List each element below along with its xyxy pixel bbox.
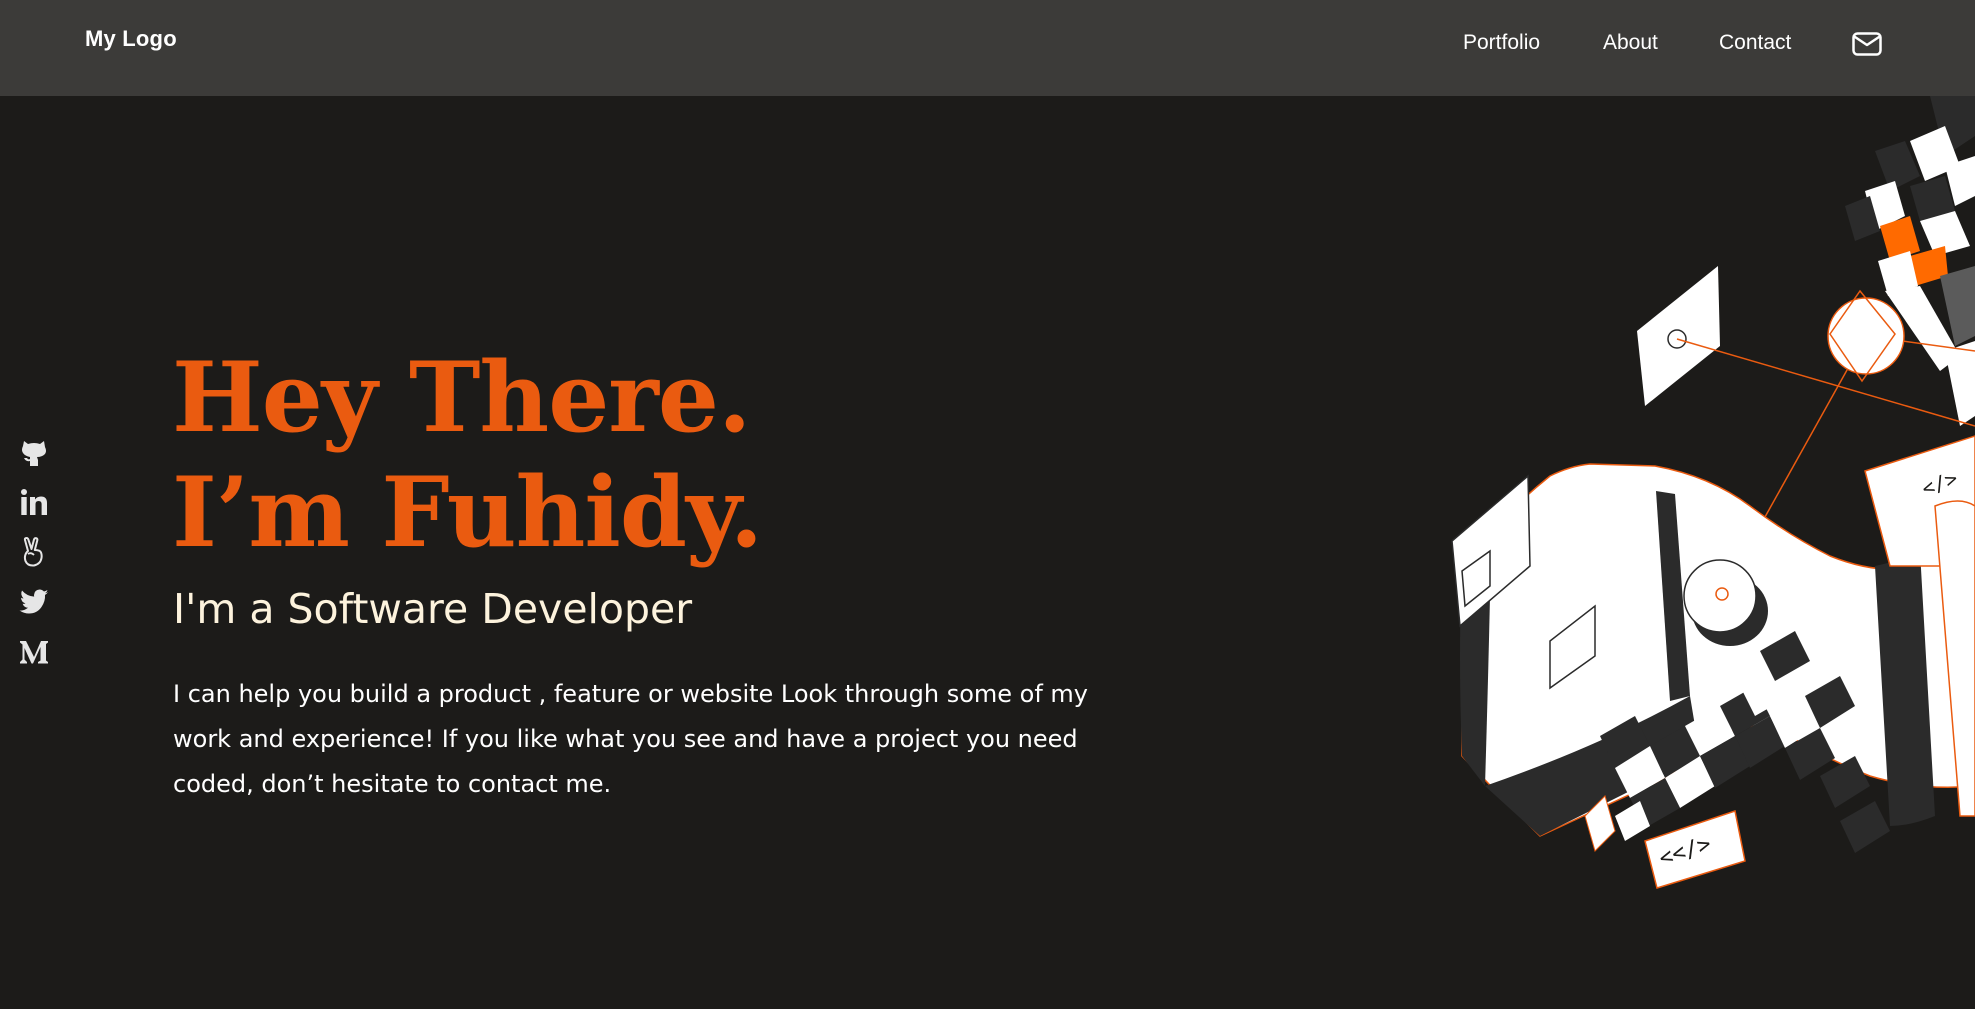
medium-icon (20, 641, 48, 664)
navbar: My Logo Portfolio About Contact (0, 0, 1975, 96)
hero-subtitle: I'm a Software Developer (173, 585, 693, 633)
nav-link-about[interactable]: About (1603, 31, 1658, 55)
nav-link-portfolio[interactable]: Portfolio (1463, 31, 1540, 55)
angellist-icon (23, 537, 43, 567)
social-github-link[interactable] (18, 436, 50, 468)
social-angellist-link[interactable] (18, 536, 50, 568)
hero-illustration: </> <</> (1451, 96, 1975, 889)
diamond-node (1827, 289, 1905, 383)
social-medium-link[interactable] (18, 636, 50, 668)
hero-title-line-1: Hey There. (172, 341, 751, 454)
floating-card (1637, 266, 1720, 406)
mail-icon (1852, 32, 1882, 56)
social-linkedin-link[interactable] (18, 486, 50, 518)
nav-link-contact[interactable]: Contact (1719, 31, 1791, 55)
github-icon (22, 441, 46, 466)
site-logo[interactable]: My Logo (85, 26, 177, 52)
hero-title-line-2: I’m Fuhidy. (172, 456, 763, 569)
twitter-icon (19, 589, 48, 614)
social-twitter-link[interactable] (18, 586, 50, 618)
linkedin-icon (21, 489, 47, 515)
hero-description: I can help you build a product , feature… (173, 680, 1088, 798)
hero-title: Hey There. I’m Fuhidy. (172, 340, 763, 570)
code-card: <</> (1644, 810, 1746, 889)
mail-button[interactable] (1852, 32, 1882, 56)
